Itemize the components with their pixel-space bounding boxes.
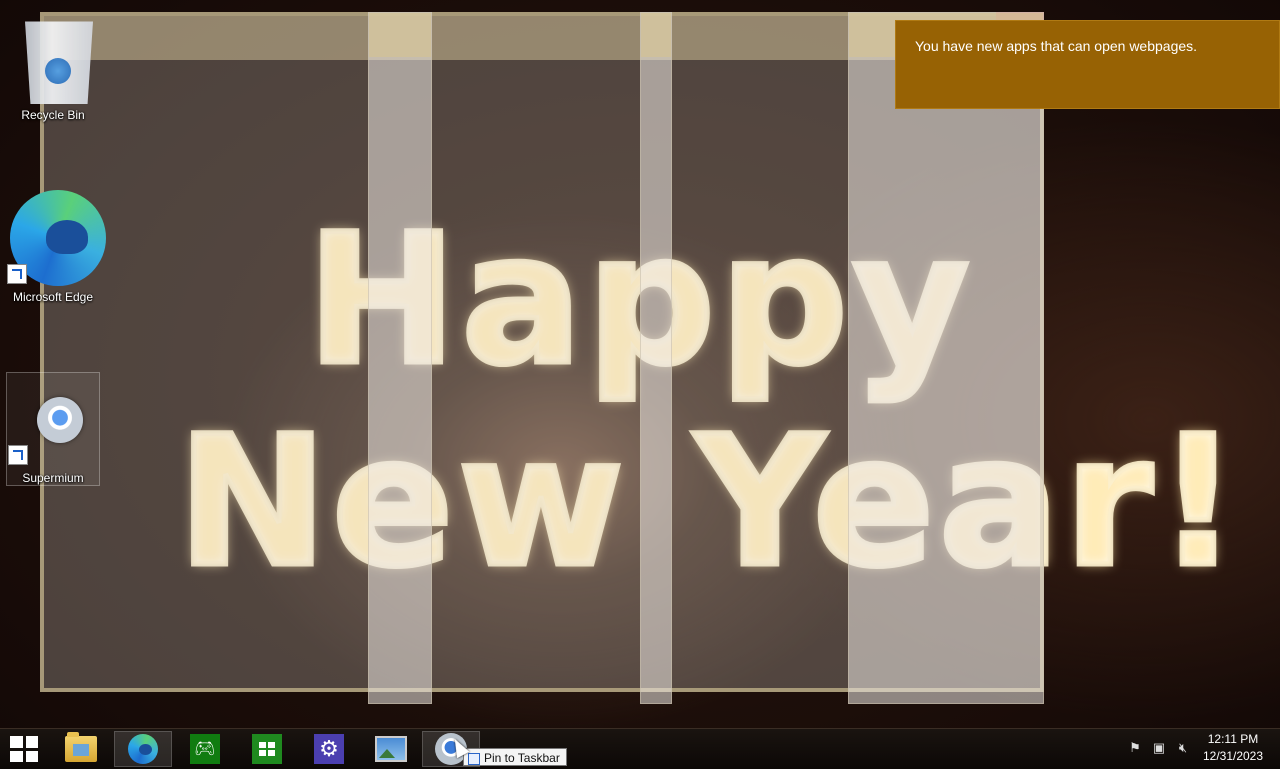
supermium-icon <box>37 397 83 443</box>
taskbar-xbox[interactable]: 🎮︎ <box>176 731 234 767</box>
windows-start-icon <box>10 736 38 762</box>
recycle-bin-icon <box>25 21 93 104</box>
pin-to-taskbar-tooltip: Pin to Taskbar <box>463 748 567 766</box>
taskbar-microsoft-store[interactable] <box>238 731 296 767</box>
window-strip <box>848 12 1044 704</box>
desktop-icon-microsoft-edge[interactable]: Microsoft Edge <box>6 186 106 304</box>
network-icon[interactable]: ▣ <box>1150 739 1168 757</box>
taskbar: 🎮︎ ⚙ <box>0 728 1280 769</box>
window-strip <box>368 12 432 704</box>
taskbar-photos[interactable] <box>362 731 420 767</box>
taskbar-clock[interactable]: 12:11 PM 12/31/2023 <box>1198 731 1268 765</box>
taskbar-file-explorer[interactable] <box>52 731 110 767</box>
pin-icon <box>468 753 480 765</box>
tooltip-label: Pin to Taskbar <box>484 751 560 765</box>
desktop-icon-label: Recycle Bin <box>21 108 85 122</box>
start-button[interactable] <box>0 731 48 767</box>
desktop-icon-supermium[interactable]: Supermium <box>6 372 100 486</box>
folder-icon <box>65 732 97 762</box>
clock-time: 12:11 PM <box>1207 732 1259 746</box>
photos-icon <box>375 736 407 762</box>
toast-message: You have new apps that can open webpages… <box>915 38 1198 54</box>
gear-icon: ⚙ <box>314 734 344 764</box>
desktop-icon-label: Microsoft Edge <box>12 290 94 304</box>
shortcut-arrow-icon <box>7 264 27 284</box>
edge-icon <box>128 734 158 764</box>
toast-notification[interactable]: You have new apps that can open webpages… <box>895 20 1280 109</box>
desktop-icon-label: Supermium <box>22 471 84 485</box>
shortcut-arrow-icon <box>8 445 28 465</box>
volume-muted-icon[interactable]: 🔇︎ <box>1174 739 1192 757</box>
desktop-icon-recycle-bin[interactable]: Recycle Bin <box>6 10 100 122</box>
taskbar-microsoft-edge[interactable] <box>114 731 172 767</box>
store-icon <box>252 734 282 764</box>
flag-icon[interactable]: ⚑ <box>1126 739 1144 757</box>
clock-date: 12/31/2023 <box>1202 749 1264 763</box>
system-tray: ⚑ ▣ 🔇︎ <box>1126 728 1192 768</box>
xbox-icon: 🎮︎ <box>190 734 220 764</box>
taskbar-settings[interactable]: ⚙ <box>300 731 358 767</box>
window-strip <box>640 12 672 704</box>
